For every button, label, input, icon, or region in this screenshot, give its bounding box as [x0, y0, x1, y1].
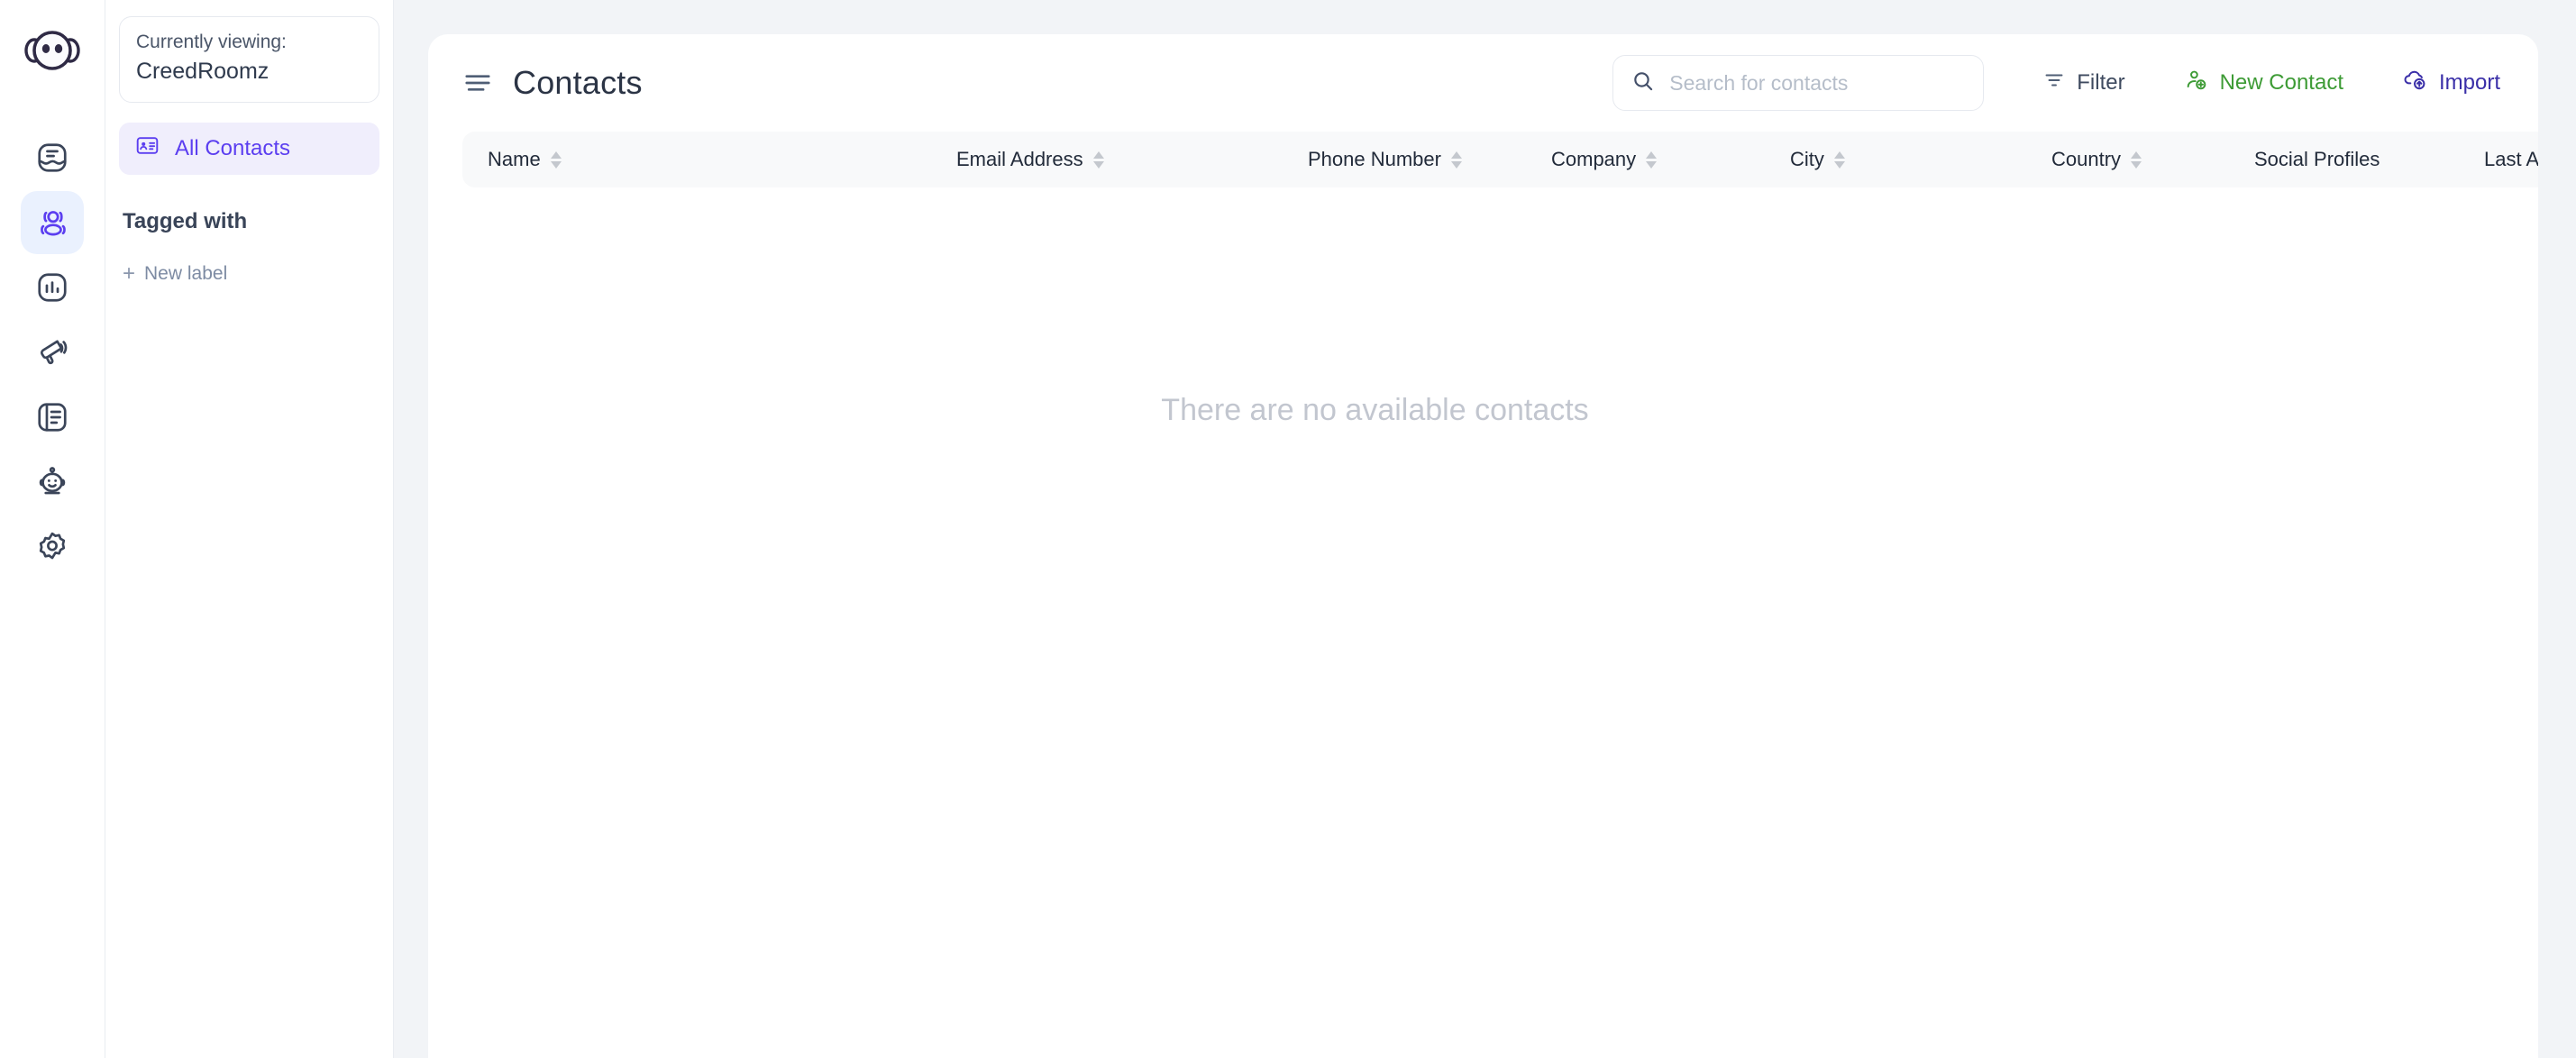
- currently-viewing-value: CreedRoomz: [136, 57, 362, 87]
- search-icon: [1631, 69, 1655, 97]
- rail-item-bots[interactable]: [21, 451, 84, 514]
- sort-arrows-icon[interactable]: [1646, 151, 1657, 169]
- filter-label: Filter: [2077, 70, 2124, 96]
- gear-settings-icon: [35, 530, 69, 564]
- document-forms-icon: [35, 400, 69, 434]
- contacts-people-icon: [35, 205, 69, 240]
- search-box[interactable]: [1612, 55, 1984, 111]
- sort-arrows-icon[interactable]: [1834, 151, 1845, 169]
- table-column-header[interactable]: Country: [2026, 148, 2229, 171]
- filter-button[interactable]: Filter: [2043, 69, 2124, 97]
- rail-item-contacts[interactable]: [21, 191, 84, 254]
- table-header-row: Name Email Address Phone Number Company City…: [462, 132, 2538, 187]
- sidebar-item-all-contacts[interactable]: All Contacts: [119, 123, 379, 175]
- contacts-sidebar: Currently viewing: CreedRoomz All Contac…: [105, 0, 394, 1058]
- panel-header: Contacts: [428, 34, 2538, 132]
- new-label-text: New label: [144, 263, 227, 285]
- rail-item-inbox[interactable]: [21, 126, 84, 189]
- sidebar-item-label: All Contacts: [175, 136, 290, 161]
- column-header-label: Company: [1551, 148, 1636, 171]
- new-contact-label: New Contact: [2220, 70, 2343, 96]
- column-header-label: Country: [2051, 148, 2121, 171]
- sort-arrows-icon[interactable]: [1093, 151, 1104, 169]
- column-header-label: City: [1790, 148, 1824, 171]
- new-contact-button[interactable]: New Contact: [2185, 68, 2343, 98]
- robot-bot-icon: [35, 465, 69, 499]
- rail-item-campaigns[interactable]: [21, 321, 84, 384]
- column-header-label: Last Activity: [2484, 148, 2538, 171]
- import-label: Import: [2439, 70, 2500, 96]
- user-plus-icon: [2185, 68, 2208, 98]
- currently-viewing-card[interactable]: Currently viewing: CreedRoomz: [119, 16, 379, 103]
- column-header-label: Phone Number: [1308, 148, 1441, 171]
- analytics-bar-chart-icon: [35, 270, 69, 305]
- contacts-table: Name Email Address Phone Number Company City…: [428, 132, 2538, 428]
- column-header-label: Name: [488, 148, 541, 171]
- table-column-header[interactable]: Phone Number: [1283, 148, 1526, 171]
- app-root: Currently viewing: CreedRoomz All Contac…: [0, 0, 2576, 1058]
- megaphone-campaign-icon: [35, 335, 69, 369]
- table-column-header[interactable]: Social Profiles: [2229, 148, 2459, 171]
- tagged-with-heading: Tagged with: [119, 209, 379, 234]
- new-label-button[interactable]: + New label: [119, 263, 379, 285]
- cloud-upload-icon: [2403, 68, 2427, 98]
- column-header-label: Social Profiles: [2254, 148, 2380, 171]
- table-column-header[interactable]: Last Activity: [2459, 148, 2538, 171]
- table-column-header[interactable]: Name: [462, 148, 931, 171]
- main-area: Contacts: [394, 0, 2576, 1058]
- sort-arrows-icon[interactable]: [2131, 151, 2142, 169]
- table-column-header[interactable]: Company: [1526, 148, 1765, 171]
- plus-icon: +: [123, 263, 135, 285]
- import-button[interactable]: Import: [2403, 68, 2500, 98]
- hamburger-menu-icon[interactable]: [462, 68, 493, 98]
- currently-viewing-label: Currently viewing:: [136, 30, 362, 55]
- sort-arrows-icon[interactable]: [551, 151, 562, 169]
- inbox-chat-icon: [35, 141, 69, 175]
- filter-funnel-icon: [2043, 69, 2065, 97]
- monkey-face-logo[interactable]: [20, 18, 85, 83]
- table-column-header[interactable]: City: [1765, 148, 2026, 171]
- empty-state-message: There are no available contacts: [462, 393, 2504, 428]
- search-input[interactable]: [1669, 71, 1965, 96]
- page-title: Contacts: [513, 64, 643, 102]
- contacts-panel: Contacts: [428, 34, 2538, 1058]
- table-column-header[interactable]: Email Address: [931, 148, 1283, 171]
- rail-item-forms[interactable]: [21, 386, 84, 449]
- contact-card-icon: [135, 133, 160, 164]
- icon-rail: [0, 0, 105, 1058]
- rail-item-settings[interactable]: [21, 515, 84, 579]
- rail-item-analytics[interactable]: [21, 256, 84, 319]
- sort-arrows-icon[interactable]: [1451, 151, 1462, 169]
- column-header-label: Email Address: [956, 148, 1083, 171]
